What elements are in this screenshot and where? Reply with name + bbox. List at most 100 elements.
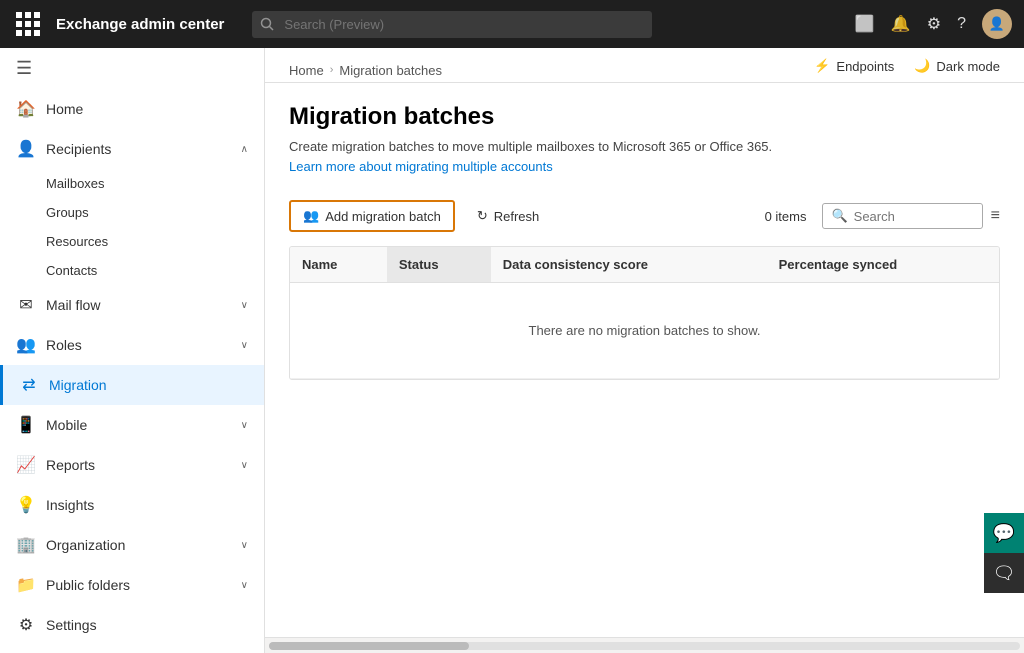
insights-icon: 💡 (16, 495, 36, 515)
sidebar-item-reports[interactable]: 📈 Reports ∨ (0, 445, 264, 485)
sidebar-label-settings: Settings (46, 617, 248, 633)
float-buttons: 💬 🗨 (984, 513, 1024, 593)
feedback-float-button[interactable]: 🗨 (984, 553, 1024, 593)
chat-icon: 💬 (993, 523, 1015, 544)
sidebar-item-mobile[interactable]: 📱 Mobile ∨ (0, 405, 264, 445)
page-title: Migration batches (289, 103, 1000, 131)
item-count: 0 items (765, 209, 807, 224)
main-layout: ☰ 🏠 Home 👤 Recipients ∧ Mailboxes Groups… (0, 48, 1024, 653)
chevron-down-icon-org: ∨ (241, 540, 248, 551)
topbar: Exchange admin center ⬜ 🔔 ⚙ ? 👤 (0, 0, 1024, 48)
sidebar-item-recipients[interactable]: 👤 Recipients ∧ (0, 129, 264, 169)
public-folders-icon: 📁 (16, 575, 36, 595)
table-header-row: Name Status Data consistency score Perce… (290, 247, 999, 283)
home-icon: 🏠 (16, 99, 36, 119)
chevron-down-icon-reports: ∨ (241, 460, 248, 471)
dark-mode-label: Dark mode (936, 59, 1000, 74)
sidebar-label-mail-flow: Mail flow (46, 297, 231, 313)
topbar-search-input[interactable] (252, 11, 652, 38)
sidebar-toggle[interactable]: ☰ (0, 48, 264, 89)
sidebar-item-migration[interactable]: ⇄ Migration (0, 365, 264, 405)
sidebar-item-mail-flow[interactable]: ✉ Mail flow ∨ (0, 285, 264, 325)
col-consistency: Data consistency score (491, 247, 767, 283)
avatar[interactable]: 👤 (982, 9, 1012, 39)
breadcrumb-separator: › (330, 64, 334, 76)
learn-more-link[interactable]: Learn more about migrating multiple acco… (289, 159, 553, 174)
feedback-icon: 🗨 (993, 563, 1016, 584)
main-content: Home › Migration batches ⚡ Endpoints 🌙 D… (265, 48, 1024, 653)
chat-float-button[interactable]: 💬 (984, 513, 1024, 553)
page-description: Create migration batches to move multipl… (289, 139, 1000, 154)
chevron-down-icon-roles: ∨ (241, 340, 248, 351)
chevron-down-icon-mobile: ∨ (241, 420, 248, 431)
settings-icon: ⚙ (16, 615, 36, 635)
content-body: Migration batches Create migration batch… (265, 83, 1024, 637)
scrollbar-thumb[interactable] (269, 642, 469, 650)
sidebar-recipients-sub: Mailboxes Groups Resources Contacts (0, 169, 264, 285)
organization-icon: 🏢 (16, 535, 36, 555)
help-icon[interactable]: ? (957, 15, 966, 33)
filter-icon[interactable]: ≡ (991, 207, 1000, 225)
breadcrumb-current: Migration batches (339, 63, 442, 78)
endpoints-label: Endpoints (836, 59, 894, 74)
roles-icon: 👥 (16, 335, 36, 355)
table-empty-row: There are no migration batches to show. (290, 283, 999, 379)
table-container: Name Status Data consistency score Perce… (289, 246, 1000, 380)
monitor-icon[interactable]: ⬜ (855, 14, 875, 34)
search-input[interactable] (854, 209, 974, 224)
mobile-icon: 📱 (16, 415, 36, 435)
migration-icon: ⇄ (19, 375, 39, 395)
sidebar-label-insights: Insights (46, 497, 248, 513)
col-status: Status (387, 247, 491, 283)
sidebar-label-roles: Roles (46, 337, 231, 353)
endpoints-button[interactable]: ⚡ Endpoints (814, 58, 894, 74)
sidebar-label-recipients: Recipients (46, 141, 231, 157)
sidebar-item-roles[interactable]: 👥 Roles ∨ (0, 325, 264, 365)
sidebar-item-mailboxes[interactable]: Mailboxes (46, 169, 264, 198)
search-container: 🔍 (822, 203, 982, 229)
sidebar-label-home: Home (46, 101, 248, 117)
sidebar-label-reports: Reports (46, 457, 231, 473)
sidebar-item-other-features[interactable]: ⊞ Other features (0, 645, 264, 653)
sidebar-item-settings[interactable]: ⚙ Settings (0, 605, 264, 645)
sidebar-label-migration: Migration (49, 377, 248, 393)
horizontal-scrollbar[interactable] (265, 637, 1024, 653)
sidebar-item-contacts[interactable]: Contacts (46, 256, 264, 285)
content-header-bar: Home › Migration batches ⚡ Endpoints 🌙 D… (265, 48, 1024, 83)
toolbar: 👥 Add migration batch ↻ Refresh 0 items … (289, 194, 1000, 238)
search-icon: 🔍 (831, 208, 847, 224)
add-migration-icon: 👥 (303, 208, 319, 224)
gear-icon[interactable]: ⚙ (927, 14, 941, 34)
sidebar-item-organization[interactable]: 🏢 Organization ∨ (0, 525, 264, 565)
refresh-button[interactable]: ↻ Refresh (463, 200, 553, 232)
col-name: Name (290, 247, 387, 283)
sidebar-item-insights[interactable]: 💡 Insights (0, 485, 264, 525)
breadcrumb-home[interactable]: Home (289, 63, 324, 78)
chevron-down-icon-folders: ∨ (241, 580, 248, 591)
bell-icon[interactable]: 🔔 (891, 14, 911, 34)
mail-flow-icon: ✉ (16, 295, 36, 315)
breadcrumb: Home › Migration batches (289, 63, 442, 78)
chevron-down-icon: ∧ (241, 144, 248, 155)
waffle-icon[interactable] (12, 8, 44, 40)
scrollbar-track (269, 642, 1020, 650)
col-percentage: Percentage synced (767, 247, 999, 283)
sidebar-item-home[interactable]: 🏠 Home (0, 89, 264, 129)
sidebar-label-public-folders: Public folders (46, 577, 231, 593)
empty-message: There are no migration batches to show. (290, 283, 999, 379)
sidebar-label-mobile: Mobile (46, 417, 231, 433)
sidebar-item-public-folders[interactable]: 📁 Public folders ∨ (0, 565, 264, 605)
recipients-icon: 👤 (16, 139, 36, 159)
reports-icon: 📈 (16, 455, 36, 475)
topbar-search-container (252, 11, 652, 38)
dark-mode-button[interactable]: 🌙 Dark mode (914, 58, 1000, 74)
sidebar-label-organization: Organization (46, 537, 231, 553)
add-migration-batch-button[interactable]: 👥 Add migration batch (289, 200, 455, 232)
sidebar-item-resources[interactable]: Resources (46, 227, 264, 256)
chevron-down-icon-mailflow: ∨ (241, 300, 248, 311)
dark-mode-icon: 🌙 (914, 58, 930, 74)
sidebar: ☰ 🏠 Home 👤 Recipients ∧ Mailboxes Groups… (0, 48, 265, 653)
endpoints-icon: ⚡ (814, 58, 830, 74)
refresh-icon: ↻ (477, 208, 488, 224)
sidebar-item-groups[interactable]: Groups (46, 198, 264, 227)
